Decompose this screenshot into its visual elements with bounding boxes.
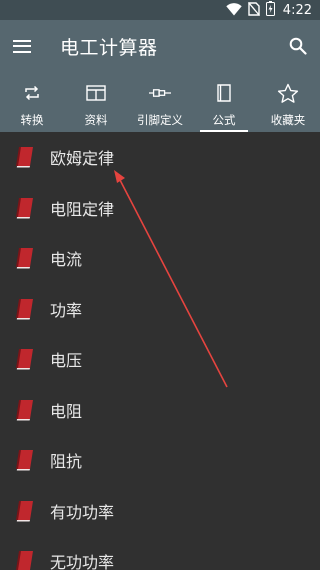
tab-label: 转换 bbox=[20, 113, 44, 127]
formula-book-icon bbox=[0, 486, 50, 537]
tab-formulas[interactable]: 公式 bbox=[192, 72, 256, 132]
formula-book-icon bbox=[0, 132, 50, 183]
list-item-label: 有功功率 bbox=[50, 502, 115, 522]
formula-list: 欧姆定律 电阻定律 电流 功率 电压 电阻 阻抗 有功功率 无功功率 bbox=[0, 132, 320, 570]
list-item-impedance[interactable]: 阻抗 bbox=[0, 435, 320, 486]
list-item-label: 电阻定律 bbox=[50, 199, 115, 219]
formula-book-icon bbox=[0, 385, 50, 436]
status-bar: 4:22 bbox=[0, 0, 320, 20]
formula-book-icon bbox=[0, 435, 50, 486]
list-item-label: 阻抗 bbox=[50, 452, 83, 472]
formula-book-icon bbox=[0, 183, 50, 234]
tab-conversion[interactable]: 转换 bbox=[0, 72, 64, 132]
list-item-label: 电流 bbox=[50, 250, 83, 270]
list-item-voltage[interactable]: 电压 bbox=[0, 334, 320, 385]
tab-label: 引脚定义 bbox=[137, 113, 183, 127]
list-item-resistance-law[interactable]: 电阻定律 bbox=[0, 183, 320, 234]
book-icon bbox=[213, 82, 235, 104]
no-sim-icon bbox=[247, 1, 260, 20]
repeat-icon bbox=[21, 82, 43, 104]
list-item-label: 无功功率 bbox=[50, 553, 115, 570]
hamburger-menu-icon[interactable] bbox=[0, 20, 44, 72]
tab-label: 公式 bbox=[212, 113, 236, 127]
formula-book-icon bbox=[0, 284, 50, 335]
tab-label: 收藏夹 bbox=[270, 113, 306, 127]
list-item-power[interactable]: 功率 bbox=[0, 284, 320, 335]
tab-reference[interactable]: 资料 bbox=[64, 72, 128, 132]
app-bar: 电工计算器 bbox=[0, 20, 320, 72]
tab-bar: 转换 资料 引脚定义 公式 收藏夹 bbox=[0, 72, 320, 132]
list-item-active-power[interactable]: 有功功率 bbox=[0, 486, 320, 537]
tab-favorites[interactable]: 收藏夹 bbox=[256, 72, 320, 132]
list-item-label: 欧姆定律 bbox=[50, 149, 115, 169]
table-icon bbox=[85, 82, 107, 104]
tab-pinout[interactable]: 引脚定义 bbox=[128, 72, 192, 132]
list-item-reactive-power[interactable]: 无功功率 bbox=[0, 536, 320, 570]
tab-label: 资料 bbox=[84, 113, 108, 127]
list-item-ohms-law[interactable]: 欧姆定律 bbox=[0, 132, 320, 183]
formula-book-icon bbox=[0, 536, 50, 570]
clock-time: 4:22 bbox=[282, 2, 312, 18]
battery-icon bbox=[265, 0, 275, 20]
star-icon bbox=[277, 82, 299, 104]
search-icon[interactable] bbox=[276, 20, 320, 72]
formula-book-icon bbox=[0, 233, 50, 284]
wifi-icon bbox=[226, 1, 242, 20]
formula-book-icon bbox=[0, 334, 50, 385]
list-item-label: 功率 bbox=[50, 300, 83, 320]
list-item-current[interactable]: 电流 bbox=[0, 233, 320, 284]
connector-icon bbox=[149, 82, 171, 104]
list-item-label: 电压 bbox=[50, 351, 83, 371]
list-item-resistance[interactable]: 电阻 bbox=[0, 385, 320, 436]
list-item-label: 电阻 bbox=[50, 401, 83, 421]
page-title: 电工计算器 bbox=[60, 36, 158, 59]
